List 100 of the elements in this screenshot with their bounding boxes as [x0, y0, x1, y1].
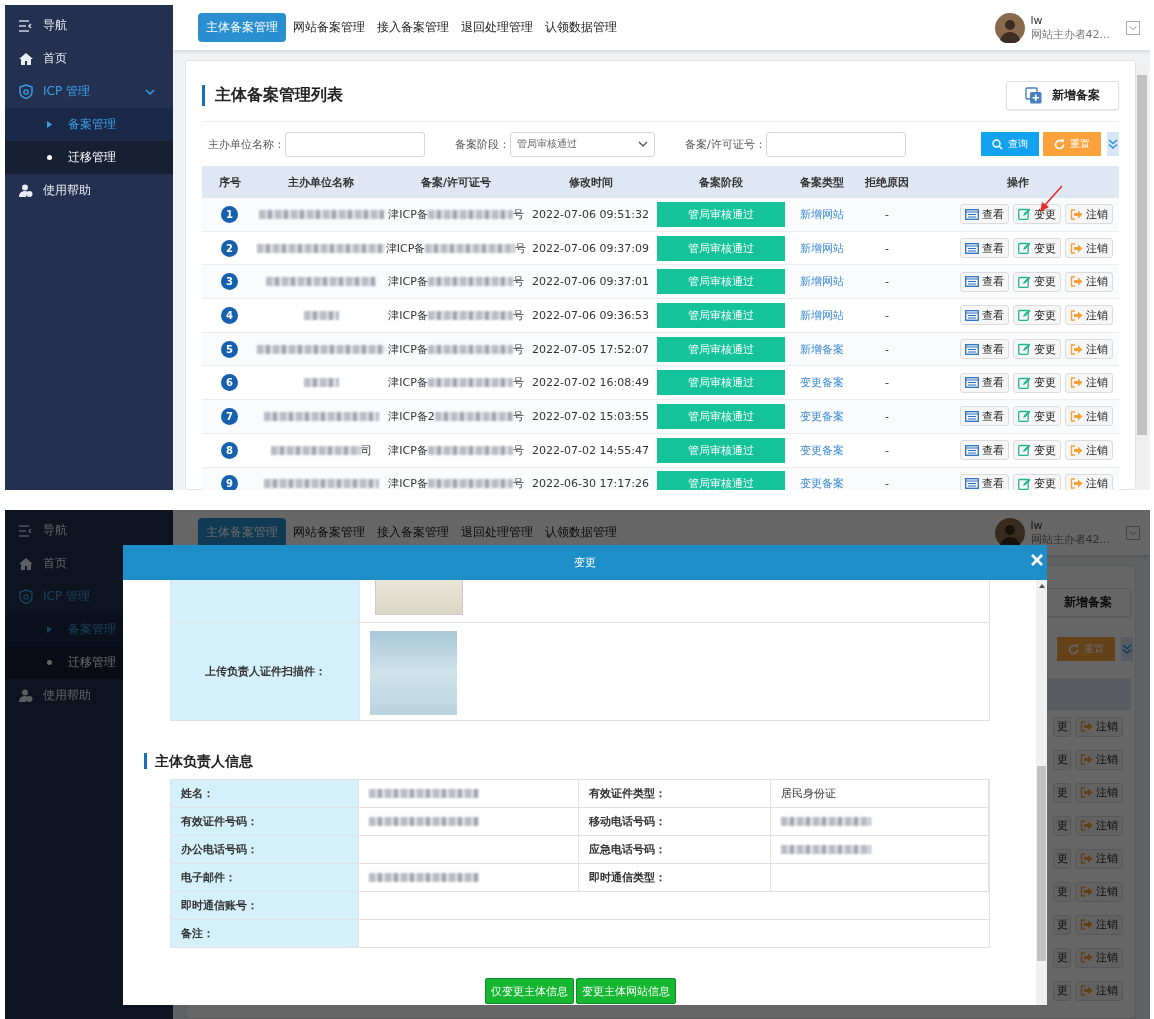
edit-button[interactable]: 变更: [1013, 473, 1061, 490]
input-field[interactable]: [285, 131, 425, 157]
cancel-button[interactable]: 注销: [1075, 749, 1123, 770]
sidebar-item[interactable]: ICP 管理: [5, 75, 173, 108]
type-link[interactable]: 变更备案: [800, 442, 844, 458]
cancel-button[interactable]: 注销: [1075, 815, 1123, 836]
add-record-button[interactable]: 新增备案: [1045, 587, 1131, 617]
cancel-button[interactable]: 注销: [1065, 406, 1113, 427]
tab[interactable]: 认领数据管理: [540, 518, 622, 547]
field-label: 即时通信账号：: [181, 898, 258, 913]
view-button[interactable]: 查看: [960, 339, 1009, 360]
sidebar-item[interactable]: 使用帮助: [5, 679, 173, 712]
reset-button[interactable]: 重置: [1043, 132, 1101, 156]
type-link[interactable]: 变更备案: [800, 375, 844, 391]
cancel-button[interactable]: 注销: [1065, 440, 1113, 461]
cancel-button[interactable]: 注销: [1065, 473, 1113, 490]
edit-button[interactable]: 更: [1053, 848, 1071, 869]
view-button[interactable]: 查看: [960, 271, 1009, 292]
sidebar-item[interactable]: 首页: [5, 42, 173, 75]
view-button[interactable]: 查看: [960, 372, 1009, 393]
edit-button[interactable]: 更: [1053, 815, 1071, 836]
field-label: 办公电话号码：: [181, 842, 258, 857]
tab[interactable]: 接入备案管理: [372, 518, 454, 547]
edit-button[interactable]: 更: [1053, 914, 1071, 935]
sidebar-subitem[interactable]: 备案管理: [5, 108, 173, 141]
list-icon: [965, 377, 979, 389]
expand-button[interactable]: [1107, 132, 1119, 156]
row-number: 2: [221, 239, 238, 257]
cancel-button[interactable]: 注销: [1065, 372, 1113, 393]
cancel-button[interactable]: 注销: [1075, 782, 1123, 803]
type-link[interactable]: 新增网站: [800, 274, 844, 290]
edit-button[interactable]: 更: [1053, 716, 1071, 737]
edit-button[interactable]: 变更: [1013, 372, 1061, 393]
sign-out-icon: [1080, 886, 1093, 897]
scroll-up-icon[interactable]: [1038, 584, 1045, 588]
dropdown-icon[interactable]: [1126, 20, 1140, 35]
tab[interactable]: 接入备案管理: [372, 13, 454, 42]
edit-button[interactable]: 更: [1053, 881, 1071, 902]
sidebar-item[interactable]: 使用帮助: [5, 174, 173, 207]
select-field[interactable]: 管局审核通过: [510, 131, 655, 157]
cancel-button[interactable]: 注销: [1065, 238, 1113, 259]
cancel-button[interactable]: 注销: [1075, 914, 1123, 935]
view-button[interactable]: 查看: [960, 204, 1009, 225]
tab[interactable]: 退回处理管理: [456, 13, 538, 42]
scrollbar[interactable]: [1136, 63, 1148, 490]
edit-button[interactable]: 变更: [1013, 204, 1061, 225]
tab[interactable]: 网站备案管理: [288, 518, 370, 547]
user-help-icon: [19, 184, 33, 197]
cancel-button[interactable]: 注销: [1065, 305, 1113, 326]
column-header: 备案阶段: [697, 174, 744, 190]
menu-icon[interactable]: [19, 19, 33, 32]
cancel-button[interactable]: 注销: [1065, 339, 1113, 360]
view-button[interactable]: 查看: [960, 238, 1009, 259]
tab[interactable]: 主体备案管理: [198, 518, 286, 547]
close-icon[interactable]: [1031, 554, 1043, 566]
cancel-button[interactable]: 注销: [1075, 947, 1123, 968]
scrollbar[interactable]: [1036, 580, 1047, 1005]
expand-button[interactable]: [1121, 637, 1133, 661]
cancel-button[interactable]: 注销: [1075, 848, 1123, 869]
edit-button[interactable]: 更: [1053, 782, 1071, 803]
submit-button[interactable]: 变更主体网站信息: [575, 978, 676, 1004]
edit-button[interactable]: 变更: [1013, 305, 1061, 326]
sign-out-icon: [1070, 478, 1083, 490]
view-button[interactable]: 查看: [960, 406, 1009, 427]
cancel-button[interactable]: 注销: [1075, 881, 1123, 902]
sidebar-subitem[interactable]: 迁移管理: [5, 141, 173, 174]
tab[interactable]: 主体备案管理: [198, 13, 286, 42]
type-link[interactable]: 变更备案: [800, 408, 844, 424]
cancel-button[interactable]: 注销: [1065, 204, 1113, 225]
edit-button[interactable]: 变更: [1013, 339, 1061, 360]
edit-button[interactable]: 变更: [1013, 238, 1061, 259]
tab[interactable]: 退回处理管理: [456, 518, 538, 547]
input-field[interactable]: [765, 131, 906, 157]
type-link[interactable]: 新增网站: [800, 240, 844, 256]
cancel-button[interactable]: 注销: [1065, 271, 1113, 292]
view-button[interactable]: 查看: [960, 473, 1009, 490]
type-link[interactable]: 新增网站: [800, 206, 844, 222]
submit-button[interactable]: 仅变更主体信息: [484, 978, 574, 1004]
edit-button[interactable]: 更: [1053, 749, 1071, 770]
edit-button[interactable]: 更: [1053, 947, 1071, 968]
edit-button[interactable]: 变更: [1013, 440, 1061, 461]
cancel-button[interactable]: 注销: [1075, 716, 1123, 737]
search-button[interactable]: 查询: [981, 132, 1039, 156]
avatar[interactable]: [994, 12, 1025, 43]
cancel-button[interactable]: 注销: [1075, 980, 1123, 1001]
view-button[interactable]: 查看: [960, 305, 1009, 326]
type-link[interactable]: 新增网站: [800, 307, 844, 323]
edit-button[interactable]: 更: [1053, 980, 1071, 1001]
type-link[interactable]: 变更备案: [800, 476, 844, 490]
sign-out-icon: [1070, 242, 1083, 254]
tab[interactable]: 网站备案管理: [288, 13, 370, 42]
add-record-button[interactable]: 新增备案: [1006, 80, 1119, 110]
view-button[interactable]: 查看: [960, 440, 1009, 461]
modal-title: 变更: [574, 555, 596, 570]
sidebar-item[interactable]: 首页: [5, 547, 173, 580]
type-link[interactable]: 新增备案: [800, 341, 844, 357]
dropdown-icon[interactable]: [1126, 525, 1140, 540]
tab[interactable]: 认领数据管理: [540, 13, 622, 42]
edit-button[interactable]: 变更: [1013, 271, 1061, 292]
edit-button[interactable]: 变更: [1013, 406, 1061, 427]
